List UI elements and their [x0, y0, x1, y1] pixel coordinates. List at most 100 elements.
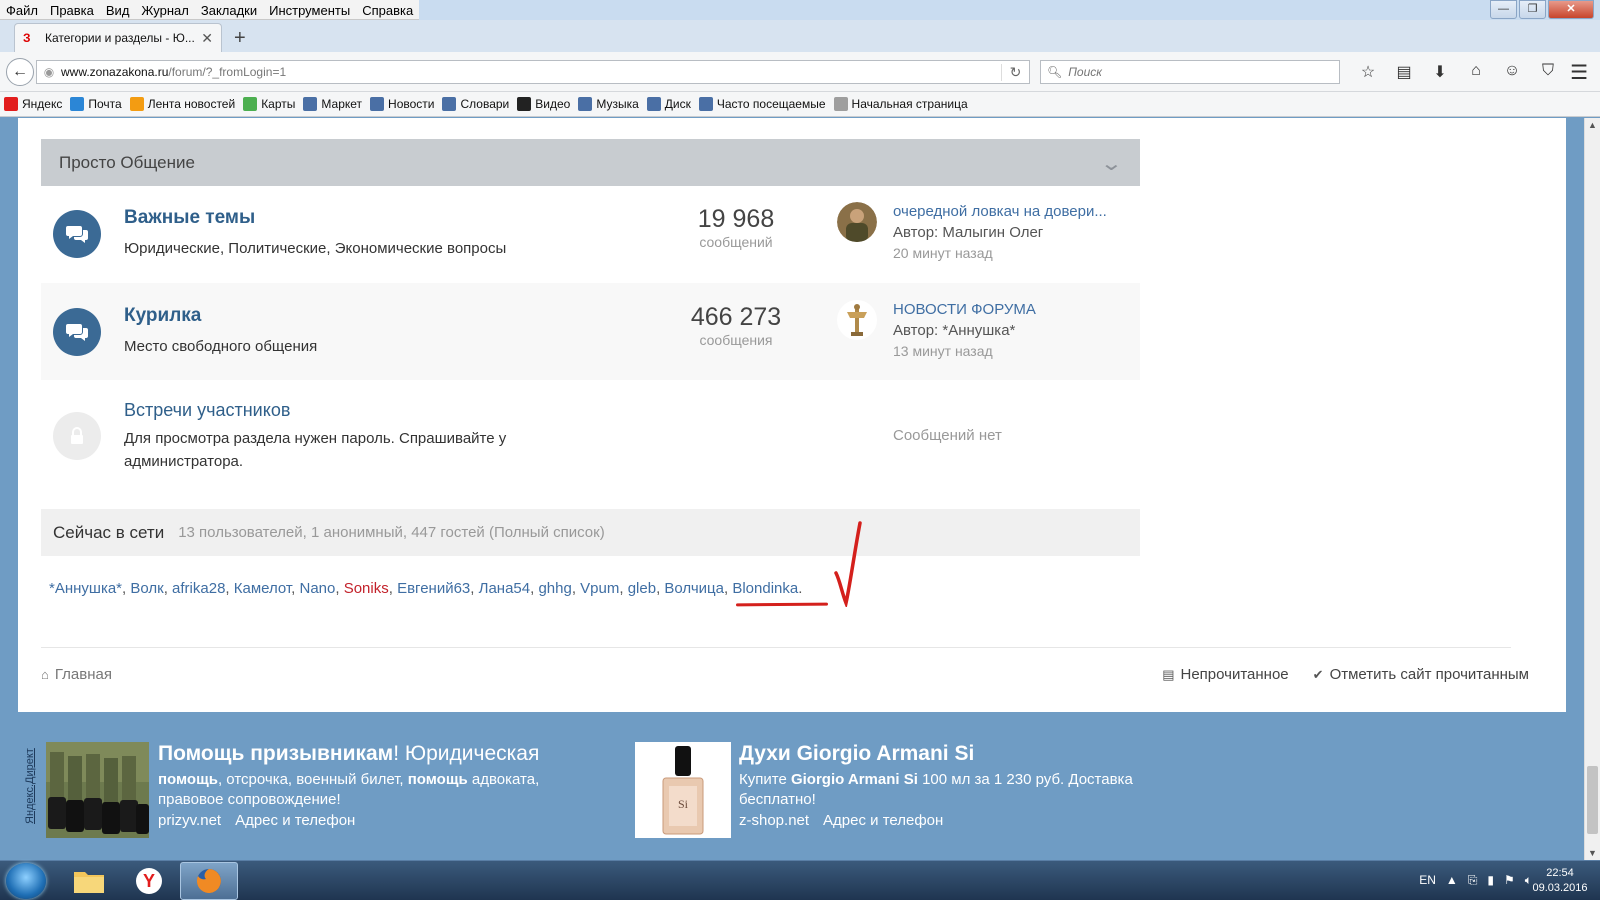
- online-user-link[interactable]: Soniks: [344, 580, 389, 597]
- maximize-button[interactable]: ❐: [1519, 0, 1546, 19]
- menu-file[interactable]: Файл: [0, 0, 44, 19]
- forum-chat-icon: [53, 210, 101, 258]
- bookmark-item[interactable]: Начальная страница: [833, 97, 968, 111]
- category-header[interactable]: Просто Общение ⌄: [41, 139, 1140, 186]
- last-poster-avatar[interactable]: [837, 300, 877, 340]
- bookmark-item[interactable]: Яндекс: [4, 97, 62, 111]
- site-info-icon[interactable]: ◉: [37, 65, 61, 79]
- online-user-link[interactable]: *Аннушка*: [49, 580, 122, 597]
- perfume-bottle-image[interactable]: Si: [635, 742, 731, 838]
- system-clock[interactable]: 22:54 09.03.2016: [1530, 866, 1590, 896]
- online-user-link[interactable]: Евгений63: [397, 580, 470, 597]
- bookmark-item[interactable]: Видео: [517, 97, 570, 111]
- scroll-up-icon[interactable]: ▲: [1588, 120, 1597, 130]
- bookmark-item[interactable]: Карты: [243, 97, 295, 111]
- network-icon[interactable]: ▮: [1487, 873, 1494, 888]
- vertical-scrollbar[interactable]: ▲ ▼: [1584, 118, 1600, 860]
- menu-edit[interactable]: Правка: [44, 0, 100, 19]
- bookmark-item[interactable]: Музыка: [578, 97, 639, 111]
- menu-tools[interactable]: Инструменты: [263, 0, 356, 19]
- clock-time: 22:54: [1546, 867, 1574, 879]
- ad-domain-link[interactable]: z-shop.net: [739, 812, 809, 829]
- bookmark-item[interactable]: Новости: [370, 97, 434, 111]
- soldiers-boots-image[interactable]: [46, 742, 149, 838]
- tab-strip: З Категории и разделы - Ю... ✕ +: [0, 20, 1600, 52]
- mark-read-link[interactable]: ✔ Отметить сайт прочитанным: [1313, 666, 1529, 683]
- flag-icon[interactable]: ⚑: [1504, 873, 1515, 888]
- menu-help[interactable]: Справка: [356, 0, 419, 19]
- forum-title-link[interactable]: Встречи участников: [124, 400, 290, 421]
- bookmark-label: Музыка: [596, 97, 639, 111]
- url-text[interactable]: www.zonazakona.ru/forum/?_fromLogin=1: [61, 65, 1001, 79]
- chat-icon[interactable]: ☺: [1494, 62, 1530, 82]
- menu-history[interactable]: Журнал: [135, 0, 194, 19]
- online-user-link[interactable]: afrika28: [172, 580, 225, 597]
- language-indicator[interactable]: EN: [1419, 873, 1436, 888]
- unread-link[interactable]: ▤ Непрочитанное: [1162, 666, 1288, 683]
- ad-title-link[interactable]: Помощь призывникам! Юридическая: [158, 742, 578, 766]
- scrollbar-thumb[interactable]: [1587, 766, 1598, 834]
- online-user-link[interactable]: gleb: [628, 580, 656, 597]
- bookmark-item[interactable]: Диск: [646, 97, 691, 111]
- minimize-button[interactable]: —: [1490, 0, 1517, 19]
- no-messages-text: Сообщений нет: [893, 427, 1002, 444]
- yandex-browser-taskbar-button[interactable]: Y: [120, 862, 178, 900]
- online-user-link[interactable]: Волчица: [664, 580, 724, 597]
- online-user-link[interactable]: Камелот: [234, 580, 291, 597]
- bookmark-item[interactable]: Словари: [442, 97, 509, 111]
- browser-tab[interactable]: З Категории и разделы - Ю... ✕: [14, 23, 222, 52]
- firefox-taskbar-button[interactable]: [180, 862, 238, 900]
- pocket-icon[interactable]: ⛉: [1530, 62, 1566, 82]
- bookmark-item[interactable]: Маркет: [303, 97, 362, 111]
- new-tab-button[interactable]: +: [234, 27, 246, 50]
- reload-icon[interactable]: ↻: [1001, 63, 1029, 81]
- ad-network-label[interactable]: Яндекс.Директ: [21, 736, 37, 826]
- ad-title-link[interactable]: Духи Giorgio Armani Si: [739, 742, 1159, 766]
- address-bar[interactable]: ◉ www.zonazakona.ru/forum/?_fromLogin=1 …: [36, 60, 1030, 84]
- close-window-button[interactable]: ✕: [1548, 0, 1594, 19]
- last-poster-avatar[interactable]: [837, 202, 877, 242]
- last-post-topic-link[interactable]: НОВОСТИ ФОРУМА: [893, 301, 1133, 318]
- search-input[interactable]: [1068, 65, 1319, 79]
- tray-arrow-icon[interactable]: ▲: [1446, 873, 1458, 888]
- forum-title-link[interactable]: Курилка: [124, 305, 201, 327]
- window-controls: — ❐ ✕: [1488, 0, 1594, 19]
- last-post-author: Автор: *Аннушка*: [893, 322, 1016, 339]
- chevron-down-icon[interactable]: ⌄: [1100, 151, 1123, 176]
- search-box[interactable]: 🔍︎: [1040, 60, 1340, 84]
- forum-chat-icon: [53, 308, 101, 356]
- scroll-down-icon[interactable]: ▼: [1588, 848, 1597, 858]
- home-icon[interactable]: ⌂: [1458, 62, 1494, 82]
- ad-network-link[interactable]: Яндекс.Директ: [24, 734, 36, 824]
- ad-contacts-link[interactable]: Адрес и телефон: [235, 812, 355, 829]
- bookmark-item[interactable]: Почта: [70, 97, 122, 111]
- file-explorer-taskbar-button[interactable]: [60, 862, 118, 900]
- online-user-link[interactable]: Blondinka: [732, 580, 798, 597]
- home-link[interactable]: Главная: [55, 666, 112, 683]
- usb-icon[interactable]: ⎘: [1468, 873, 1478, 888]
- ad-domain-link[interactable]: prizyv.net: [158, 812, 221, 829]
- ad-contacts-link[interactable]: Адрес и телефон: [823, 812, 943, 829]
- online-stats[interactable]: 13 пользователей, 1 анонимный, 447 госте…: [178, 524, 605, 541]
- online-user-link[interactable]: Vpum: [580, 580, 619, 597]
- bookmark-label: Яндекс: [22, 97, 63, 111]
- forum-title-link[interactable]: Важные темы: [124, 207, 255, 229]
- online-user-link[interactable]: Лана54: [479, 580, 531, 597]
- online-user-link[interactable]: Nano: [300, 580, 336, 597]
- start-button[interactable]: [6, 863, 46, 899]
- bookmark-star-icon[interactable]: ☆: [1350, 62, 1386, 82]
- annotation-checkmark-icon: [834, 521, 862, 607]
- reading-list-icon[interactable]: ▤: [1386, 62, 1422, 82]
- online-user-link[interactable]: Волк: [130, 580, 163, 597]
- last-post-topic-link[interactable]: очередной ловкач на довери...: [893, 203, 1133, 220]
- menu-hamburger-icon[interactable]: ☰: [1570, 60, 1588, 85]
- menu-bookmarks[interactable]: Закладки: [195, 0, 263, 19]
- ad-title-bold: Духи Giorgio Armani Si: [739, 742, 975, 765]
- close-tab-icon[interactable]: ✕: [201, 30, 213, 47]
- online-user-link[interactable]: ghhg: [538, 580, 571, 597]
- downloads-icon[interactable]: ⬇: [1422, 62, 1458, 82]
- bookmark-item[interactable]: Часто посещаемые: [698, 97, 826, 111]
- bookmark-item[interactable]: Лента новостей: [129, 97, 235, 111]
- back-button[interactable]: ←: [6, 58, 34, 86]
- menu-view[interactable]: Вид: [100, 0, 136, 19]
